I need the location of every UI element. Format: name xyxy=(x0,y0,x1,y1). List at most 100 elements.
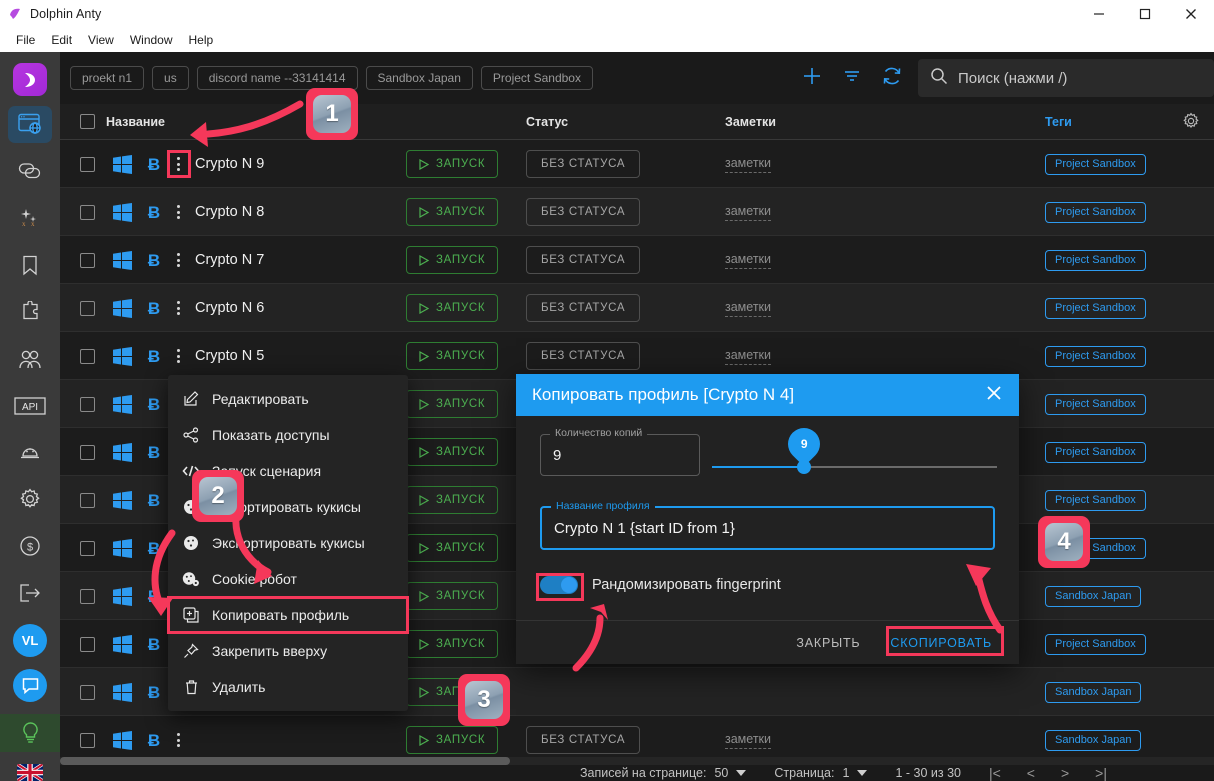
copies-count-field[interactable]: Количество копий 9 xyxy=(540,434,700,476)
column-header-tags[interactable]: Теги xyxy=(1045,115,1072,129)
table-row[interactable]: ɃCrypto N 9ЗАПУСКБЕЗ СТАТУСАзаметкиProje… xyxy=(60,140,1214,188)
menu-help[interactable]: Help xyxy=(181,31,222,49)
add-profile-button[interactable] xyxy=(792,58,832,98)
sidebar-item-bookmarks[interactable] xyxy=(8,247,52,284)
notes-cell[interactable]: заметки xyxy=(725,332,771,380)
row-checkbox[interactable] xyxy=(80,476,95,524)
sidebar-item-logout[interactable] xyxy=(8,575,52,612)
row-menu-button[interactable] xyxy=(172,140,185,188)
context-menu-item-8[interactable]: Удалить xyxy=(168,669,408,705)
horizontal-scrollbar[interactable] xyxy=(60,757,1214,765)
filter-button[interactable] xyxy=(832,58,872,98)
sidebar-item-team[interactable] xyxy=(8,340,52,377)
notes-cell[interactable]: заметки xyxy=(725,140,771,188)
run-button[interactable]: ЗАПУСК xyxy=(406,476,498,524)
menu-view[interactable]: View xyxy=(80,31,122,49)
column-header-notes[interactable]: Заметки xyxy=(725,115,776,129)
run-button[interactable]: ЗАПУСК xyxy=(406,188,498,236)
copies-slider[interactable]: 9 xyxy=(712,464,997,470)
row-checkbox[interactable] xyxy=(80,620,95,668)
sidebar-item-proxies[interactable] xyxy=(8,153,52,190)
row-checkbox[interactable] xyxy=(80,140,95,188)
row-menu-button[interactable] xyxy=(172,188,185,236)
row-checkbox[interactable] xyxy=(80,524,95,572)
horizontal-scrollbar-thumb[interactable] xyxy=(60,757,510,765)
notes-cell[interactable]: заметки xyxy=(725,284,771,332)
sidebar-item-billing[interactable]: $ xyxy=(8,528,52,565)
avatar[interactable]: VL xyxy=(13,624,47,657)
refresh-button[interactable] xyxy=(872,58,912,98)
tag-cell[interactable]: Project Sandbox xyxy=(1045,332,1146,380)
status-badge[interactable]: БЕЗ СТАТУСА xyxy=(526,284,640,332)
next-page-button[interactable]: > xyxy=(1061,765,1069,781)
tag-cell[interactable]: Project Sandbox xyxy=(1045,236,1146,284)
context-menu-item-2[interactable]: Запуск сценария xyxy=(168,453,408,489)
context-menu-item-0[interactable]: Редактировать xyxy=(168,381,408,417)
prev-page-button[interactable]: < xyxy=(1027,765,1035,781)
run-button[interactable]: ЗАПУСК xyxy=(406,236,498,284)
tag-cell[interactable]: Project Sandbox xyxy=(1045,140,1146,188)
sidebar-item-api[interactable]: API xyxy=(8,387,52,424)
row-menu-button[interactable] xyxy=(172,284,185,332)
menu-edit[interactable]: Edit xyxy=(43,31,80,49)
table-row[interactable]: ɃCrypto N 7ЗАПУСКБЕЗ СТАТУСАзаметкиProje… xyxy=(60,236,1214,284)
chat-bubble-icon[interactable] xyxy=(13,669,47,702)
row-checkbox[interactable] xyxy=(80,284,95,332)
notes-cell[interactable]: заметки xyxy=(725,236,771,284)
row-checkbox[interactable] xyxy=(80,188,95,236)
context-menu-item-5[interactable]: Cookie робот xyxy=(168,561,408,597)
run-button[interactable]: ЗАПУСК xyxy=(406,668,498,716)
row-menu-button[interactable] xyxy=(172,236,185,284)
slider-thumb[interactable] xyxy=(797,460,811,474)
tag-cell[interactable]: Project Sandbox xyxy=(1045,284,1146,332)
filter-chip-1[interactable]: us xyxy=(152,66,189,90)
modal-close-button[interactable] xyxy=(985,384,1003,407)
row-checkbox[interactable] xyxy=(80,428,95,476)
notes-cell[interactable]: заметки xyxy=(725,188,771,236)
minimize-button[interactable] xyxy=(1076,0,1122,28)
column-header-status[interactable]: Статус xyxy=(526,115,568,129)
dolphin-logo[interactable] xyxy=(13,63,47,96)
filter-chip-2[interactable]: discord name --33141414 xyxy=(197,66,358,90)
table-row[interactable]: ɃCrypto N 5ЗАПУСКБЕЗ СТАТУСАзаметкиProje… xyxy=(60,332,1214,380)
row-checkbox[interactable] xyxy=(80,236,95,284)
run-button[interactable]: ЗАПУСК xyxy=(406,380,498,428)
tag-cell[interactable]: Project Sandbox xyxy=(1045,380,1146,428)
status-badge[interactable]: БЕЗ СТАТУСА xyxy=(526,332,640,380)
tag-cell[interactable]: Project Sandbox xyxy=(1045,620,1146,668)
tag-cell[interactable]: Sandbox Japan xyxy=(1045,668,1141,716)
sidebar-item-bot[interactable] xyxy=(8,434,52,471)
table-row[interactable]: ɃCrypto N 8ЗАПУСКБЕЗ СТАТУСАзаметкиProje… xyxy=(60,188,1214,236)
run-button[interactable]: ЗАПУСК xyxy=(406,620,498,668)
modal-copy-action[interactable]: СКОПИРОВАТЬ xyxy=(879,629,1003,657)
status-badge[interactable]: БЕЗ СТАТУСА xyxy=(526,188,640,236)
profile-name-field[interactable]: Название профиля Crypto N 1 {start ID fr… xyxy=(540,506,995,550)
randomize-fingerprint-toggle[interactable] xyxy=(540,576,578,594)
first-page-button[interactable]: |< xyxy=(989,765,1001,781)
row-checkbox[interactable] xyxy=(80,668,95,716)
page-selector[interactable]: Страница: 1 xyxy=(774,766,867,780)
status-badge[interactable]: БЕЗ СТАТУСА xyxy=(526,236,640,284)
run-button[interactable]: ЗАПУСК xyxy=(406,140,498,188)
uk-flag[interactable] xyxy=(17,764,43,781)
sidebar-item-settings[interactable] xyxy=(8,481,52,518)
select-all-checkbox[interactable] xyxy=(80,114,95,129)
context-menu-item-7[interactable]: Закрепить вверху xyxy=(168,633,408,669)
sidebar-item-browser-profiles[interactable] xyxy=(8,106,52,143)
tag-cell[interactable]: Project Sandbox xyxy=(1045,188,1146,236)
column-header-name[interactable]: Название xyxy=(106,115,165,129)
tag-cell[interactable]: Sandbox Japan xyxy=(1045,572,1141,620)
status-badge[interactable]: БЕЗ СТАТУСА xyxy=(526,140,640,188)
tag-cell[interactable]: Project Sandbox xyxy=(1045,428,1146,476)
run-button[interactable]: ЗАПУСК xyxy=(406,572,498,620)
row-checkbox[interactable] xyxy=(80,380,95,428)
status-badge[interactable] xyxy=(526,668,556,716)
tag-cell[interactable]: Project Sandbox xyxy=(1045,476,1146,524)
run-button[interactable]: ЗАПУСК xyxy=(406,428,498,476)
run-button[interactable]: ЗАПУСК xyxy=(406,332,498,380)
context-menu-item-3[interactable]: Импортировать кукисы xyxy=(168,489,408,525)
menu-window[interactable]: Window xyxy=(122,31,181,49)
context-menu-item-4[interactable]: Экспортировать кукисы xyxy=(168,525,408,561)
menu-file[interactable]: File xyxy=(8,31,43,49)
filter-chip-4[interactable]: Project Sandbox xyxy=(481,66,593,90)
